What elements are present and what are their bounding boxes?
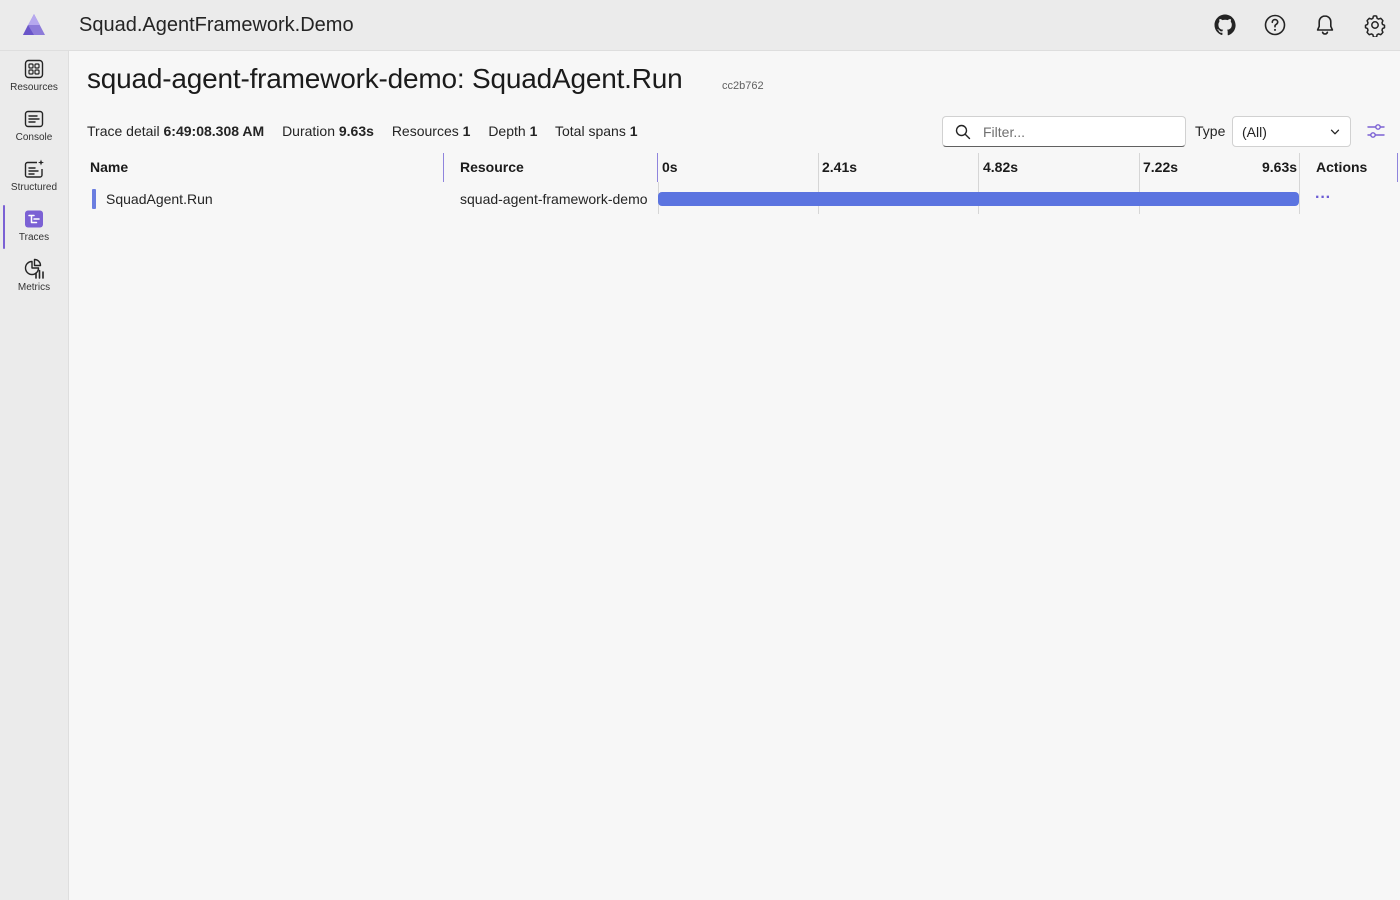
help-icon[interactable] <box>1263 13 1287 37</box>
metrics-icon <box>24 258 44 279</box>
top-bar: Squad.AgentFramework.Demo <box>0 0 1400 51</box>
sidebar-item-console[interactable]: Console <box>0 103 68 151</box>
span-resource: squad-agent-framework-demo <box>460 191 648 207</box>
console-icon <box>24 110 44 128</box>
notifications-icon[interactable] <box>1313 13 1337 37</box>
duration-value: 9.63s <box>338 123 374 139</box>
filter-field[interactable] <box>942 116 1186 147</box>
sidebar-item-resources[interactable]: Resources <box>0 53 68 101</box>
page-title: squad-agent-framework-demo: SquadAgent.R… <box>87 63 683 94</box>
sidebar-item-label: Resources <box>10 82 58 93</box>
column-header-actions: Actions <box>1316 159 1368 175</box>
duration-label: Duration <box>282 123 335 139</box>
app-title[interactable]: Squad.AgentFramework.Demo <box>79 14 354 37</box>
timeline-tick: 2.41s <box>822 159 858 175</box>
column-resizer[interactable] <box>1397 153 1398 182</box>
column-resizer[interactable] <box>657 153 658 182</box>
span-color-marker <box>92 189 96 209</box>
trace-detail-value: 6:49:08.308 AM <box>163 123 265 139</box>
sidebar-item-traces[interactable]: Traces <box>0 203 68 251</box>
timeline-tick: 4.82s <box>983 159 1019 175</box>
sidebar-item-label: Console <box>15 132 53 143</box>
search-icon <box>955 124 971 140</box>
filter-input[interactable] <box>983 122 1178 142</box>
sidebar-item-label: Structured <box>10 182 58 193</box>
resources-value: 1 <box>462 123 471 139</box>
span-name[interactable]: SquadAgent.Run <box>106 191 213 207</box>
traces-icon <box>25 210 43 228</box>
sidebar: Resources Console Structured Traces Metr… <box>0 51 69 900</box>
column-options-icon[interactable] <box>1366 121 1386 141</box>
sidebar-item-metrics[interactable]: Metrics <box>0 253 68 301</box>
total-spans-summary: Total spans 1 <box>555 123 638 139</box>
sidebar-item-label: Traces <box>18 232 50 243</box>
chevron-down-icon <box>1330 129 1340 135</box>
total-spans-value: 1 <box>629 123 638 139</box>
sidebar-item-label: Metrics <box>17 282 51 293</box>
column-header-name[interactable]: Name <box>90 159 128 175</box>
column-resizer[interactable] <box>443 153 444 182</box>
structured-logs-icon <box>24 159 44 178</box>
timeline-tick: 9.63s <box>1262 159 1298 175</box>
trace-detail-summary: Trace detail 6:49:08.308 AM <box>87 123 264 139</box>
type-select-value: (All) <box>1242 124 1267 140</box>
settings-icon[interactable] <box>1363 13 1387 37</box>
total-spans-label: Total spans <box>555 123 626 139</box>
timeline-tick: 0s <box>662 159 678 175</box>
duration-summary: Duration 9.63s <box>282 123 374 139</box>
span-actions-button[interactable]: ··· <box>1312 188 1334 208</box>
depth-summary: Depth 1 <box>488 123 537 139</box>
trace-summary: Trace detail 6:49:08.308 AM Duration 9.6… <box>87 123 652 139</box>
resources-label: Resources <box>391 123 459 139</box>
depth-label: Depth <box>488 123 526 139</box>
resources-icon <box>24 59 44 79</box>
app-logo-icon[interactable] <box>21 12 47 38</box>
column-header-resource[interactable]: Resource <box>460 159 524 175</box>
github-icon[interactable] <box>1213 13 1237 37</box>
timeline-gridline <box>1299 153 1300 214</box>
type-select[interactable]: (All) <box>1232 116 1351 147</box>
trace-id: cc2b762 <box>722 80 764 92</box>
sidebar-item-structured[interactable]: Structured <box>0 153 68 201</box>
timeline-tick: 7.22s <box>1143 159 1179 175</box>
depth-value: 1 <box>529 123 538 139</box>
type-label: Type <box>1195 123 1226 139</box>
span-duration-bar[interactable] <box>658 192 1299 206</box>
resources-summary: Resources 1 <box>392 123 471 139</box>
trace-detail-label: Trace detail <box>87 123 160 139</box>
